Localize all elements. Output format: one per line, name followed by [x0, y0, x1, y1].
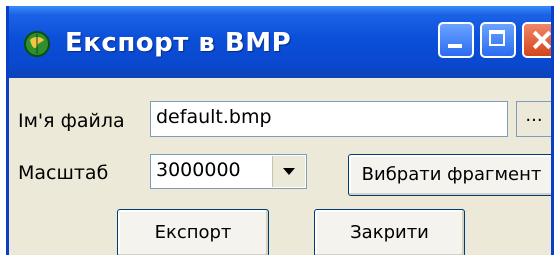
globe-app-icon	[24, 31, 50, 57]
scale-value: 3000000	[156, 159, 241, 181]
window-title: Експорт в BMP	[65, 28, 292, 58]
select-fragment-button[interactable]: Вибрати фрагмент	[348, 154, 551, 196]
export-button[interactable]: Експорт	[117, 209, 269, 255]
export-bmp-dialog: Експорт в BMP Ім'я файла default.bmp ...…	[6, 6, 554, 255]
close-button[interactable]: Закрити	[314, 209, 465, 255]
minimize-button[interactable]	[438, 22, 474, 58]
maximize-button[interactable]	[480, 22, 516, 58]
browse-button[interactable]: ...	[516, 101, 551, 137]
filename-input[interactable]: default.bmp	[150, 101, 508, 137]
filename-label: Ім'я файла	[18, 110, 125, 132]
chevron-down-icon[interactable]	[272, 156, 305, 187]
title-bar[interactable]: Експорт в BMP	[9, 6, 551, 78]
close-window-button[interactable]	[522, 22, 551, 58]
scale-label: Масштаб	[18, 162, 109, 184]
